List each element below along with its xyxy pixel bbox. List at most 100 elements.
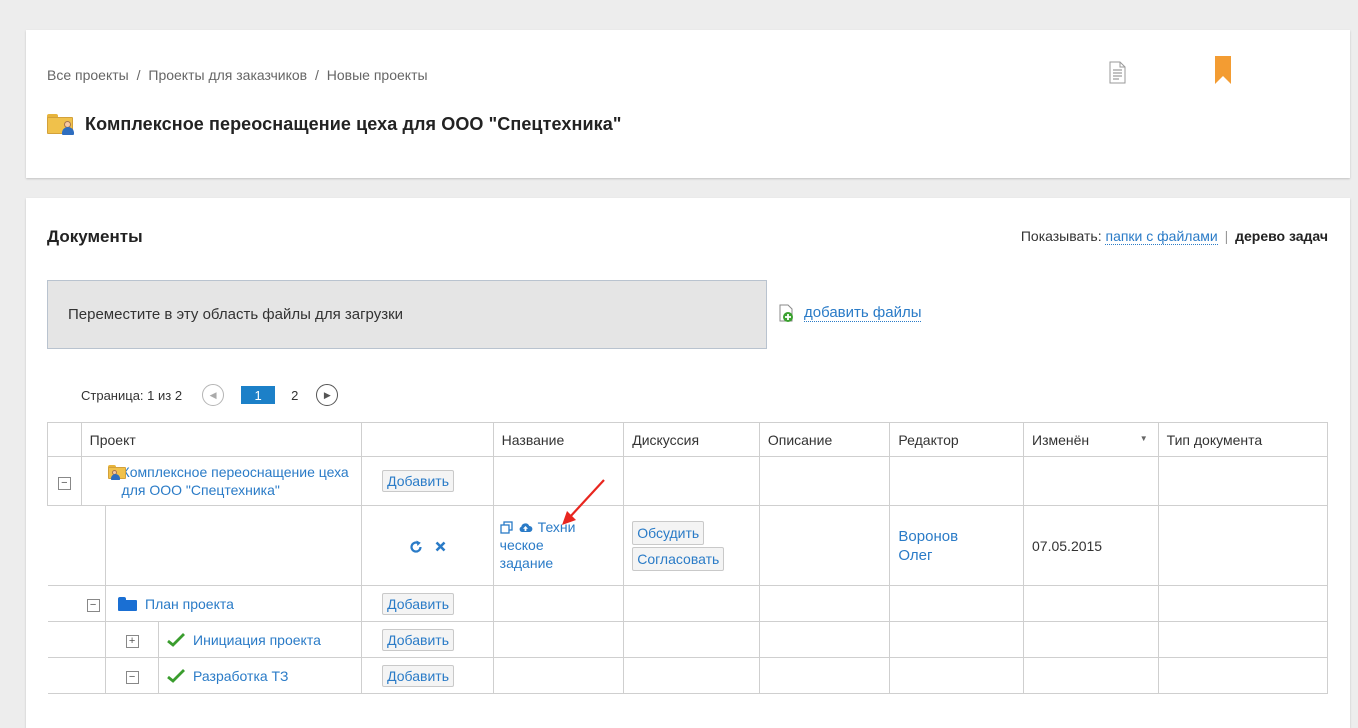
project-cell: Комплексное переоснащение цеха для ООО "… <box>80 456 363 506</box>
breadcrumb: Все проекты / Проекты для заказчиков / Н… <box>47 67 428 83</box>
breadcrumb-all-projects[interactable]: Все проекты <box>47 67 129 83</box>
next-page-button[interactable]: ▶ <box>316 384 339 406</box>
column-header-project[interactable]: Проект <box>80 422 363 457</box>
expand-icon[interactable]: + <box>125 635 139 648</box>
add-button[interactable]: Добавить <box>382 470 454 492</box>
action-cell: Добавить <box>361 456 494 506</box>
description-cell <box>758 621 891 658</box>
add-button[interactable]: Добавить <box>382 664 454 687</box>
action-cell: Добавить <box>361 585 494 622</box>
check-icon <box>167 633 186 648</box>
row-toggle-cell: − <box>105 657 160 694</box>
folder-user-icon <box>47 113 75 135</box>
dropzone-text: Переместите в эту область файлы для загр… <box>68 306 404 323</box>
add-files-label: добавить файлы <box>804 304 922 322</box>
doc-type-cell <box>1157 585 1329 622</box>
column-header-doc-type[interactable]: Тип документа <box>1157 422 1329 457</box>
doc-type-cell <box>1157 621 1329 658</box>
pagination: Страница: 1 из 2 ◀ 1 2 ▶ <box>81 384 339 406</box>
indent-cell <box>47 505 82 586</box>
action-cell: Добавить <box>361 621 494 658</box>
breadcrumb-separator: / <box>136 67 141 83</box>
project-header-card: Все проекты / Проекты для заказчиков / Н… <box>26 30 1350 178</box>
view-folders-link[interactable]: папки с файлами <box>1105 228 1218 245</box>
table-row: − Комплексное переоснащение цеха для ООО… <box>47 456 1329 506</box>
column-header-modified[interactable]: Изменён ▼ <box>1023 422 1159 457</box>
editor-cell <box>889 657 1025 694</box>
row-toggle-cell: + <box>105 621 160 658</box>
annotation-arrow-icon <box>562 479 605 525</box>
column-header-discussion[interactable]: Дискуссия <box>623 422 760 457</box>
modified-cell <box>1023 585 1159 622</box>
indent-cell <box>81 505 107 586</box>
file-name-line-3[interactable]: задание <box>500 554 618 572</box>
editor-cell: Воронов Олег <box>889 505 1025 586</box>
indent-cell <box>47 621 82 658</box>
discussion-cell <box>623 585 760 622</box>
close-icon[interactable] <box>435 541 446 552</box>
table-row: Техни ческое задание Обсудить Согласоват… <box>47 505 1329 586</box>
collapse-icon[interactable]: − <box>57 476 71 490</box>
discussion-cell <box>623 456 760 506</box>
versions-icon[interactable] <box>500 520 513 534</box>
column-header-description[interactable]: Описание <box>758 422 891 457</box>
bookmark-icon[interactable] <box>1215 56 1231 84</box>
breadcrumb-customer-projects[interactable]: Проекты для заказчиков <box>148 67 307 83</box>
file-name-line-2[interactable]: ческое <box>500 536 618 554</box>
sort-desc-icon: ▼ <box>1139 434 1148 443</box>
discuss-button[interactable]: Обсудить <box>632 520 705 545</box>
editor-link-line-2[interactable]: Олег <box>898 546 1023 565</box>
row-toggle-cell: − <box>47 456 82 506</box>
prev-page-button[interactable]: ◀ <box>202 384 225 406</box>
modified-cell <box>1023 657 1159 694</box>
doc-type-cell <box>1157 505 1329 586</box>
table-row: + Инициация проекта Добавить <box>47 621 1329 658</box>
add-button[interactable]: Добавить <box>382 628 454 651</box>
view-toggle-separator: | <box>1224 228 1229 244</box>
approve-button[interactable]: Согласовать <box>632 546 725 571</box>
collapse-icon[interactable]: − <box>86 599 100 612</box>
view-toggle: Показывать: папки с файлами | дерево зад… <box>1020 228 1328 245</box>
modified-cell: 07.05.2015 <box>1023 505 1159 586</box>
project-link[interactable]: Разработка ТЗ <box>193 668 288 684</box>
name-cell <box>492 585 625 622</box>
cloud-upload-icon[interactable] <box>518 522 533 533</box>
refresh-icon[interactable] <box>409 540 423 554</box>
indent-cell <box>47 585 82 622</box>
file-dropzone[interactable]: Переместите в эту область файлы для загр… <box>47 280 767 349</box>
page-link-2[interactable]: 2 <box>291 388 298 403</box>
page-indicator: Страница: 1 из 2 <box>81 387 183 403</box>
description-cell <box>758 657 891 694</box>
add-button[interactable]: Добавить <box>382 592 454 615</box>
project-cell: План проекта <box>105 585 363 622</box>
check-icon <box>167 669 186 684</box>
view-toggle-label: Показывать: <box>1020 228 1102 244</box>
documents-table: Проект Название Дискуссия Описание Редак… <box>47 422 1329 694</box>
doc-type-cell <box>1157 657 1329 694</box>
project-link[interactable]: План проекта <box>145 596 234 612</box>
view-task-tree-link[interactable]: дерево задач <box>1235 228 1328 244</box>
add-files-button[interactable]: добавить файлы <box>779 304 922 322</box>
project-cell: Инициация проекта <box>158 621 363 658</box>
page-current[interactable]: 1 <box>241 386 276 404</box>
column-header-name[interactable]: Название <box>492 422 625 457</box>
table-header-row: Проект Название Дискуссия Описание Редак… <box>47 422 1329 457</box>
table-row: − План проекта Добавить <box>47 585 1329 622</box>
name-cell <box>492 657 625 694</box>
collapse-icon[interactable]: − <box>125 671 139 684</box>
table-header-toggle <box>47 422 82 457</box>
doc-type-cell <box>1157 456 1329 506</box>
breadcrumb-separator: / <box>315 67 319 83</box>
discussion-cell <box>623 657 760 694</box>
editor-cell <box>889 585 1025 622</box>
row-toggle-cell: − <box>81 585 107 622</box>
modified-date: 07.05.2015 <box>1032 537 1103 554</box>
breadcrumb-new-projects[interactable]: Новые проекты <box>327 67 428 83</box>
editor-link-line-1[interactable]: Воронов <box>898 527 1023 546</box>
file-actions-cell <box>361 505 494 586</box>
column-header-editor[interactable]: Редактор <box>889 422 1025 457</box>
column-header-modified-label: Изменён <box>1032 431 1090 448</box>
project-link[interactable]: Комплексное переоснащение цеха для ООО "… <box>122 463 354 499</box>
project-link[interactable]: Инициация проекта <box>193 632 321 648</box>
document-icon[interactable] <box>1109 61 1126 84</box>
